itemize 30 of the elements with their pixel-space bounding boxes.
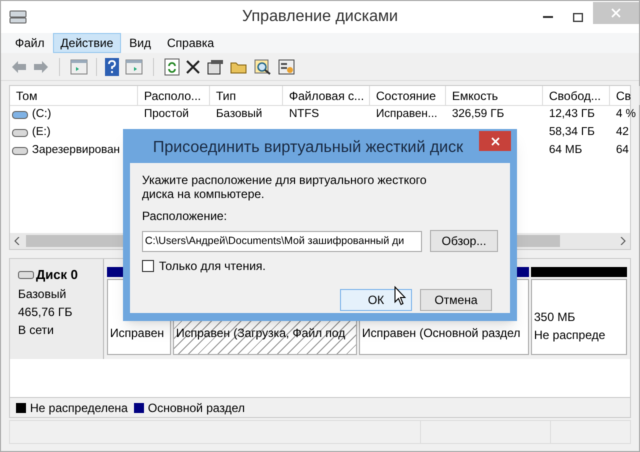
table-cell-text: 64 МБ [549,143,582,158]
disk-status: В сети [18,322,55,338]
table-cell-text: 12,43 ГБ [549,107,595,122]
dialog-title: Присоединить виртуальный жесткий диск [152,138,464,158]
table-cell-text: Простой [144,107,189,122]
legend-label: Основной раздел [148,400,245,416]
table-cell-text: 4 % [616,107,636,122]
legend-label: Не распределена [30,400,128,416]
table-cell-text: (E:) [32,125,51,140]
location-label: Расположение: [142,208,228,225]
disk-size: 465,76 ГБ [18,304,74,320]
readonly-label: Только для чтения. [159,258,266,275]
dialog-prompt: Укажите расположение для виртуального жесткого диска на компьютере. [142,173,428,201]
table-cell-text: NTFS [289,107,320,122]
partition-label: Не распреде [534,327,606,344]
window-title: Управление дисками [241,7,399,27]
partition-label: Исправен (Загрузка, Файл под [176,325,346,342]
table-cell-text: 42 [616,125,629,140]
partition-label: Исправен [110,325,166,342]
disk-name: Диск 0 [36,266,78,284]
table-cell-text: Базовый [216,107,262,122]
table-cell-text: (C:) [32,107,52,122]
table-cell-text: Зарезервирован [32,143,120,158]
partition-label: 350 МБ [534,309,576,326]
table-cell-text: 326,59 ГБ [452,107,504,122]
disk-type: Базовый [18,286,68,302]
table-cell-text: 58,34 ГБ [549,125,595,140]
partition-label: Исправен (Основной раздел [362,325,522,342]
table-cell-text: 64 [616,143,629,158]
table-cell-text: Исправен... [376,107,438,122]
